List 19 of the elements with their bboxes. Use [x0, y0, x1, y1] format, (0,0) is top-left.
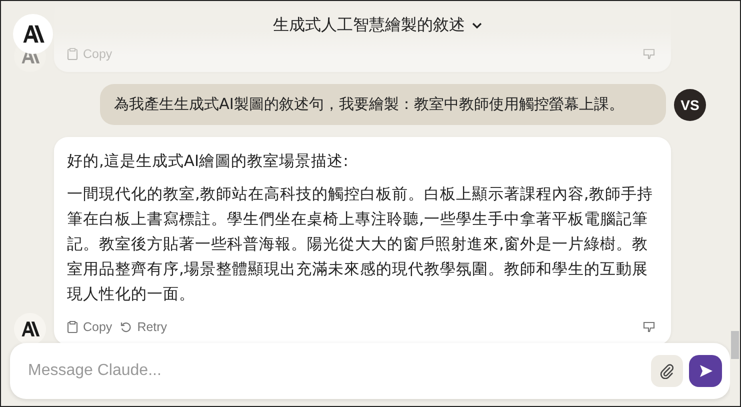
clipboard-icon — [67, 321, 78, 333]
message-field[interactable]: Message Claude... — [10, 343, 730, 399]
message-input[interactable]: Message Claude... — [26, 361, 645, 381]
retry-icon — [120, 321, 132, 333]
scrollbar-thumb[interactable] — [731, 331, 739, 359]
chat-title-button[interactable]: 生成式人工智慧繪製的敘述 — [269, 13, 486, 38]
user-avatar: VS — [674, 88, 706, 120]
message-paragraph: 好的,這是生成式AI繪圖的教室場景描述: — [67, 151, 350, 172]
attach-button[interactable] — [651, 355, 683, 387]
send-button[interactable] — [689, 355, 722, 387]
claude-logo-icon[interactable] — [13, 14, 53, 54]
claude-logo-icon — [14, 313, 46, 345]
thumbs-down-icon[interactable] — [643, 321, 655, 333]
copy-button[interactable]: Copy — [67, 320, 112, 334]
message-paragraph: 一間現代化的教室,教師站在高科技的觸控白板前。白板上顯示著課程內容,教師手持筆在白板上書寫標註。學生們坐在桌椅上專注聆聽,一些學生手中拿著平板電腦記筆記。教室後方貼著一些科普海報。陽光從大大的窗戶照射進來,窗外是一片綠樹。教室用品整齊有序,場景整體顯現出充滿未來感的現代教學氛圍。教師和學生的互動展現人性化的一面。 — [67, 184, 654, 305]
paperclip-icon — [659, 363, 675, 379]
retry-button[interactable]: Retry — [120, 320, 168, 334]
send-icon — [698, 363, 714, 379]
user-message: 為我產生生成式AI製圖的敘述句，我要繪製：教室中教師使用觸控螢幕上課。 — [100, 84, 666, 125]
